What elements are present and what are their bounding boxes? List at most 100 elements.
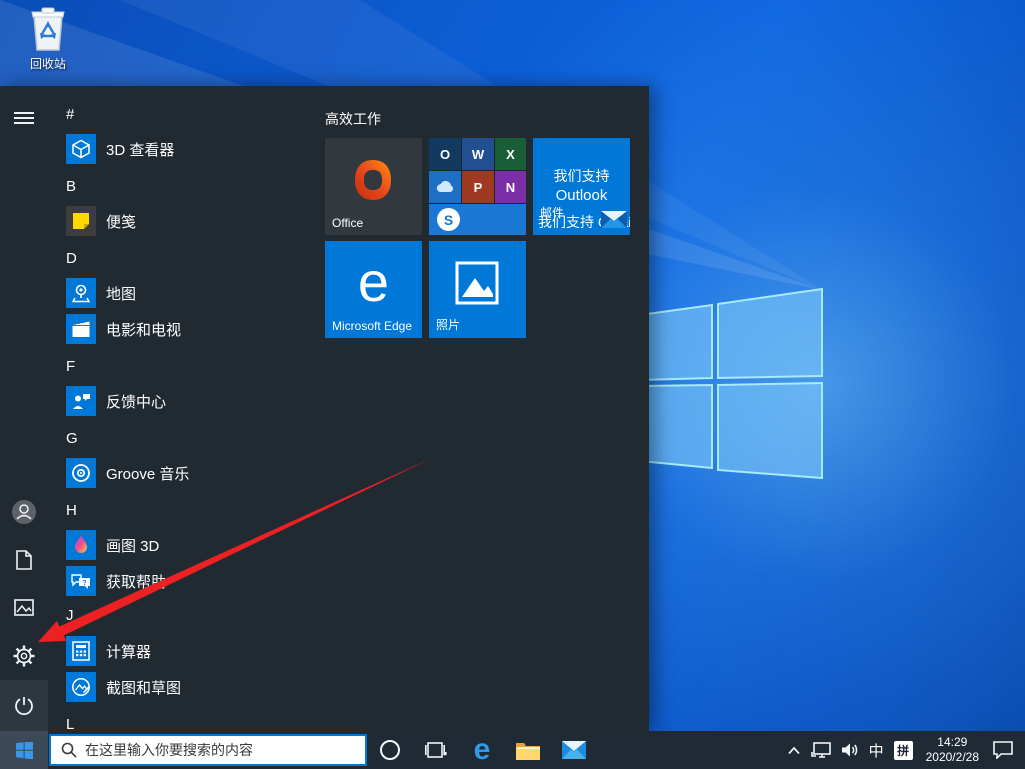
- file-explorer-icon: [516, 742, 540, 760]
- taskbar-clock[interactable]: 14:29 2020/2/28: [918, 735, 987, 765]
- word-icon: W: [462, 138, 494, 170]
- app-label: 获取帮助: [106, 573, 167, 591]
- app-item-3d-viewer[interactable]: 3D 查看器: [66, 134, 174, 164]
- mail-envelope-icon: [601, 211, 627, 228]
- 3d-viewer-icon: [66, 134, 96, 164]
- letter-header-d[interactable]: D: [66, 250, 106, 268]
- tile-label: 照片: [436, 318, 461, 332]
- start-menu-rail: [0, 86, 48, 731]
- snip-sketch-icon: [66, 672, 96, 702]
- letter-header-j[interactable]: J: [66, 607, 106, 625]
- app-list: # 3D 查看器 B 便笺 D 地图 电影和电视 F 反馈中心 G Groove…: [48, 86, 325, 731]
- mail-taskbar-button[interactable]: [551, 731, 597, 769]
- clock-time: 14:29: [937, 735, 968, 749]
- letter-header-f[interactable]: F: [66, 358, 106, 376]
- settings-gear-icon: [13, 645, 35, 667]
- network-icon: [810, 742, 831, 758]
- user-account-button[interactable]: [0, 488, 48, 536]
- search-icon: [61, 742, 77, 758]
- tile-group-title[interactable]: 高效工作: [325, 109, 381, 129]
- cortana-icon: [380, 740, 400, 760]
- tiles-panel: 高效工作 Office O W X P N S 我们支持 Outlook 邮件 …: [325, 86, 649, 731]
- groove-music-icon: [66, 458, 96, 488]
- expand-menu-button[interactable]: [0, 94, 48, 142]
- paint-3d-icon: [66, 530, 96, 560]
- windows-logo-icon: [15, 741, 33, 759]
- excel-icon: X: [495, 138, 526, 170]
- feedback-hub-icon: [66, 386, 96, 416]
- chevron-up-icon: [787, 746, 800, 754]
- search-input[interactable]: [85, 736, 365, 764]
- pictures-icon: [14, 599, 34, 616]
- app-item-feedback-hub[interactable]: 反馈中心: [66, 386, 166, 416]
- volume-icon: [841, 743, 857, 757]
- tile-office[interactable]: Office: [325, 138, 422, 235]
- app-item-snip-sketch[interactable]: 截图和草图: [66, 672, 181, 702]
- tile-mail[interactable]: 我们支持 Outlook 邮件 我们支持 Gmail: [533, 138, 630, 235]
- app-item-groove-music[interactable]: Groove 音乐: [66, 458, 189, 488]
- outlook-icon: O: [429, 138, 461, 170]
- power-button[interactable]: [0, 680, 48, 731]
- ime-language-indicator[interactable]: 中: [864, 731, 889, 769]
- edge-taskbar-button[interactable]: e: [459, 731, 505, 769]
- calculator-icon: [66, 636, 96, 666]
- svg-text:?: ?: [82, 580, 86, 587]
- movies-tv-icon: [66, 314, 96, 344]
- tile-microsoft-edge[interactable]: e Microsoft Edge: [325, 241, 422, 338]
- photos-icon: [455, 261, 499, 305]
- app-label: 电影和电视: [106, 321, 182, 339]
- document-icon: [16, 550, 32, 570]
- mail-promo-text: 我们支持 Outlook: [553, 168, 610, 204]
- file-explorer-button[interactable]: [505, 731, 551, 769]
- user-avatar-icon: [12, 500, 36, 524]
- letter-header-g[interactable]: G: [66, 430, 106, 448]
- letter-header-b[interactable]: B: [66, 178, 106, 196]
- office-icon: [355, 160, 391, 200]
- ime-mode-indicator[interactable]: 拼: [889, 731, 918, 769]
- app-item-maps[interactable]: 地图: [66, 278, 136, 308]
- office-group-grid: O W X P N S: [429, 138, 526, 235]
- network-tray-button[interactable]: [806, 731, 836, 769]
- action-center-button[interactable]: [987, 731, 1025, 769]
- action-center-icon: [993, 741, 1013, 759]
- get-help-icon: ?: [66, 566, 96, 596]
- volume-tray-button[interactable]: [836, 731, 864, 769]
- edge-icon: e: [473, 733, 491, 766]
- app-label: 3D 查看器: [106, 141, 175, 159]
- taskbar: e: [0, 731, 1025, 769]
- hamburger-icon: [14, 109, 34, 127]
- letter-header-h[interactable]: H: [66, 502, 106, 520]
- letter-header-l[interactable]: L: [66, 716, 106, 731]
- letter-header-hash[interactable]: #: [66, 106, 106, 124]
- edge-icon: e: [357, 250, 390, 313]
- app-item-movies-tv[interactable]: 电影和电视: [66, 314, 181, 344]
- app-item-sticky-notes[interactable]: 便笺: [66, 206, 136, 236]
- recycle-bin-shortcut[interactable]: 回收站: [12, 6, 84, 72]
- app-item-paint-3d[interactable]: 画图 3D: [66, 530, 159, 560]
- onenote-icon: N: [495, 171, 526, 203]
- start-menu: # 3D 查看器 B 便笺 D 地图 电影和电视 F 反馈中心 G Groove…: [0, 86, 649, 731]
- tile-label: Office: [332, 216, 364, 230]
- task-view-button[interactable]: [413, 731, 459, 769]
- tile-label: Microsoft Edge: [332, 319, 413, 333]
- tile-photos[interactable]: 照片: [429, 241, 526, 338]
- app-label: 地图: [106, 285, 137, 303]
- app-item-get-help[interactable]: ? 获取帮助: [66, 566, 166, 596]
- app-label: 计算器: [106, 643, 152, 661]
- skype-icon: S: [429, 204, 526, 235]
- app-label: 画图 3D: [106, 537, 160, 555]
- cortana-button[interactable]: [367, 731, 413, 769]
- maps-icon: [66, 278, 96, 308]
- ime-pinyin-badge: 拼: [893, 740, 913, 760]
- settings-button[interactable]: [0, 632, 48, 680]
- documents-button[interactable]: [0, 536, 48, 584]
- onedrive-icon: [429, 171, 461, 203]
- tile-office-group-folder[interactable]: O W X P N S: [429, 138, 526, 235]
- show-hidden-icons-button[interactable]: [782, 731, 806, 769]
- start-button[interactable]: [0, 731, 48, 769]
- pictures-button[interactable]: [0, 584, 48, 632]
- taskbar-search-box[interactable]: [49, 734, 367, 766]
- power-icon: [15, 696, 33, 715]
- system-tray: 中 拼 14:29 2020/2/28: [782, 731, 1025, 769]
- app-item-calculator[interactable]: 计算器: [66, 636, 151, 666]
